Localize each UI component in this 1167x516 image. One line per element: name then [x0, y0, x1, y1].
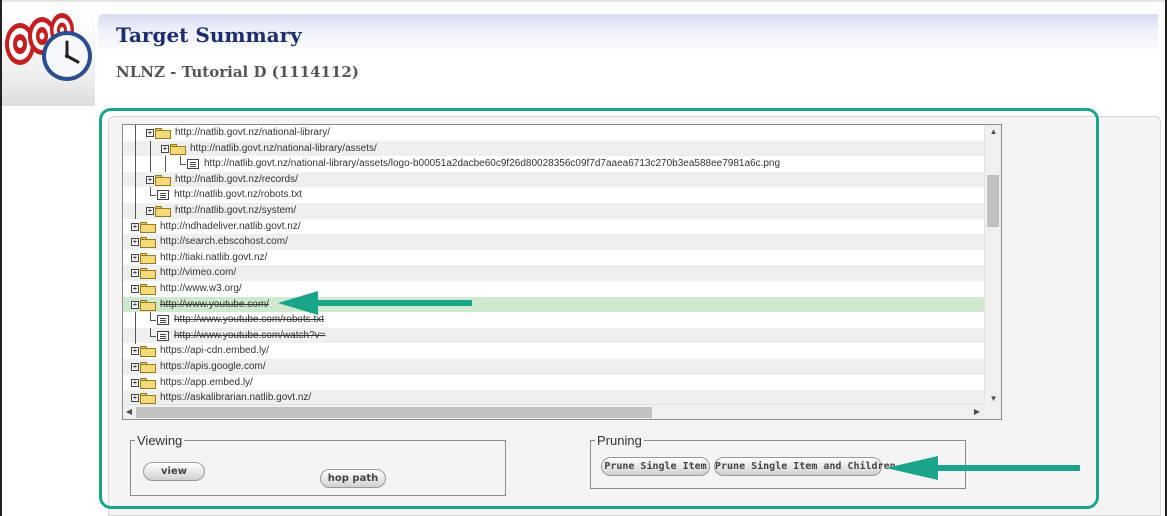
page-subtitle: NLNZ - Tutorial D (1114112) — [116, 63, 359, 81]
window-top-border — [0, 0, 1167, 2]
annotation-arrow-icon-2 — [886, 456, 1080, 480]
page-title: Target Summary — [116, 23, 302, 47]
annotation-arrow-icon — [278, 291, 472, 315]
target-clock-logo — [2, 10, 95, 106]
target-clock-icon — [5, 13, 92, 81]
annotation-highlight-box — [99, 108, 1099, 509]
